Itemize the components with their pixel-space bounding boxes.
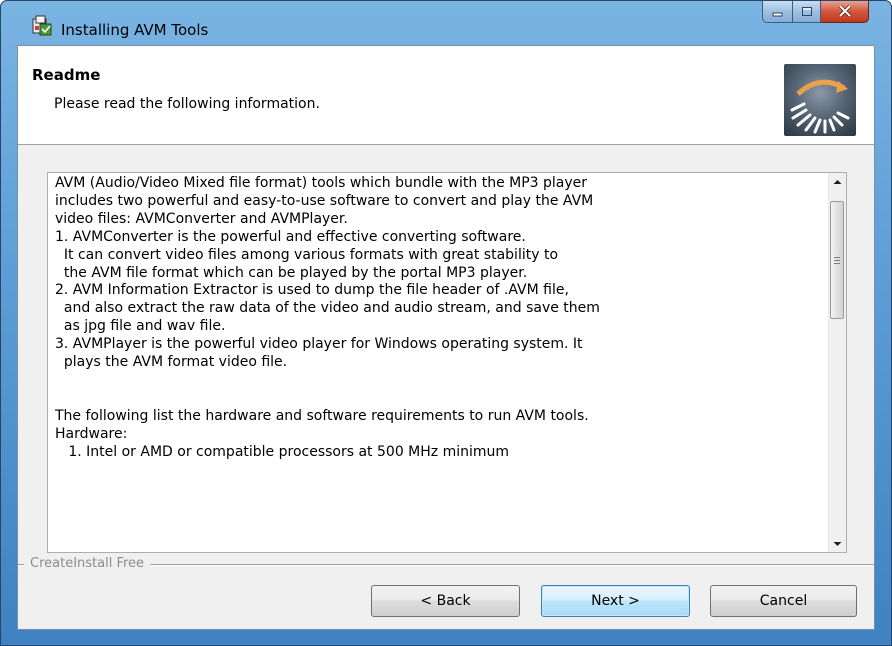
- back-button[interactable]: < Back: [371, 585, 520, 617]
- readme-text: AVM (Audio/Video Mixed file format) tool…: [55, 175, 600, 460]
- branding-separator: CreateInstall Free: [18, 555, 874, 573]
- vertical-scrollbar[interactable]: [828, 173, 846, 552]
- branding-label: CreateInstall Free: [24, 555, 151, 573]
- dialog-body: Readme Please read the following informa…: [17, 45, 875, 630]
- maximize-icon: [801, 2, 813, 21]
- scroll-thumb[interactable]: [830, 201, 844, 319]
- caption-buttons: [762, 1, 869, 23]
- header-panel: Readme Please read the following informa…: [18, 46, 874, 145]
- readme-textbox[interactable]: AVM (Audio/Video Mixed file format) tool…: [47, 172, 847, 553]
- grip-icon: [834, 256, 840, 264]
- scroll-down-arrow-icon[interactable]: [829, 535, 846, 552]
- window-title: Installing AVM Tools: [61, 21, 209, 39]
- page-title: Readme: [32, 66, 101, 84]
- minimize-icon: [772, 2, 784, 21]
- scroll-up-arrow-icon[interactable]: [829, 173, 846, 190]
- installer-window: Installing AVM Tools Readme Please read …: [0, 0, 892, 646]
- installer-logo-icon: [784, 64, 856, 136]
- page-subtitle: Please read the following information.: [54, 96, 320, 112]
- cancel-button[interactable]: Cancel: [710, 585, 857, 617]
- installer-icon[interactable]: [31, 15, 53, 37]
- minimize-button[interactable]: [762, 1, 792, 23]
- close-button[interactable]: [821, 1, 869, 23]
- title-bar[interactable]: Installing AVM Tools: [1, 1, 891, 41]
- close-icon: [838, 2, 852, 21]
- next-button[interactable]: Next >: [541, 585, 690, 617]
- maximize-button[interactable]: [792, 1, 821, 23]
